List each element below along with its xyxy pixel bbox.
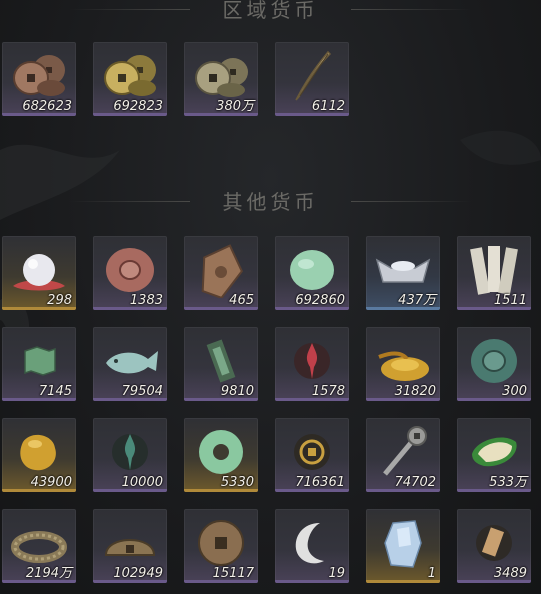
jade-tablet-icon [206, 339, 236, 383]
item-count: 1 [427, 566, 436, 581]
item-count: 716361 [295, 475, 345, 490]
currency-slot[interactable]: 1511 [457, 236, 531, 310]
carved-bronze-plaque-icon [201, 244, 244, 298]
green-jade-stone-icon [290, 250, 334, 290]
red-jade-disc-icon [106, 248, 154, 292]
currency-slot[interactable]: 682623 [2, 42, 76, 116]
gold-coin-emblem-icon [294, 434, 330, 470]
item-count: 465 [229, 293, 254, 308]
item-count: 5330 [220, 475, 254, 490]
currency-slot[interactable]: 437万 [366, 236, 440, 310]
currency-slot[interactable]: 43900 [2, 418, 76, 492]
item-count: 43900 [30, 475, 72, 490]
copper-coin-stack-icon [13, 55, 65, 96]
pearl-icon [13, 254, 65, 291]
item-count: 6112 [311, 99, 345, 114]
item-count: 79504 [121, 384, 163, 399]
item-count: 2194万 [25, 566, 72, 581]
jade-map-token-icon [24, 346, 56, 376]
currency-slot[interactable]: 31820 [366, 327, 440, 401]
currency-slot[interactable]: 1578 [275, 327, 349, 401]
currency-slot[interactable]: 10000 [93, 418, 167, 492]
half-bronze-disc-icon [104, 539, 156, 556]
currency-slot[interactable]: 380万 [184, 42, 258, 116]
green-flame-emblem-icon [112, 434, 148, 470]
item-count: 437万 [398, 293, 436, 308]
currency-slot[interactable]: 692860 [275, 236, 349, 310]
large-bronze-coin-icon [198, 520, 244, 566]
section-title-other: 其他货币 [0, 186, 541, 215]
brass-coin-stack-icon [104, 55, 156, 96]
item-count: 15117 [212, 566, 254, 581]
crescent-moon-icon [295, 523, 324, 564]
item-count: 1578 [311, 384, 345, 399]
currency-slot[interactable]: 533万 [457, 418, 531, 492]
currency-slot[interactable]: 7145 [2, 327, 76, 401]
coin-sword-icon [383, 426, 427, 476]
currency-slot[interactable]: 74702 [366, 418, 440, 492]
crystal-shard-icon [384, 520, 422, 568]
jade-bi-ring-icon [199, 430, 243, 474]
section-title-regional: 区域货币 [0, 0, 541, 23]
feather-blade-icon [295, 50, 332, 101]
item-count: 19 [328, 566, 345, 581]
currency-slot[interactable]: 1383 [93, 236, 167, 310]
item-count: 298 [47, 293, 72, 308]
currency-slot[interactable]: 716361 [275, 418, 349, 492]
item-count: 1383 [129, 293, 163, 308]
wrapped-scroll-icon [476, 525, 512, 561]
currency-slot[interactable]: 298 [2, 236, 76, 310]
item-count: 692823 [113, 99, 163, 114]
item-count: 7145 [38, 384, 72, 399]
item-count: 31820 [394, 384, 436, 399]
jade-fish-icon [106, 351, 158, 374]
item-count: 1511 [493, 293, 527, 308]
item-count: 74702 [394, 475, 436, 490]
currency-slot[interactable]: 19 [275, 509, 349, 583]
item-count: 300 [502, 384, 527, 399]
jade-green-disc-icon [471, 339, 517, 383]
golden-grain-pile-icon [378, 351, 429, 381]
item-count: 102949 [113, 566, 163, 581]
red-flame-emblem-icon [294, 343, 330, 379]
currency-slot[interactable]: 1 [366, 509, 440, 583]
currency-slot[interactable]: 300 [457, 327, 531, 401]
currency-slot[interactable]: 15117 [184, 509, 258, 583]
currency-slot[interactable]: 2194万 [2, 509, 76, 583]
gold-nugget-icon [20, 434, 56, 471]
currency-slot[interactable]: 692823 [93, 42, 167, 116]
currency-slot[interactable]: 5330 [184, 418, 258, 492]
currency-slot[interactable]: 79504 [93, 327, 167, 401]
item-count: 9810 [220, 384, 254, 399]
item-count: 682623 [22, 99, 72, 114]
currency-slot[interactable]: 6112 [275, 42, 349, 116]
item-count: 10000 [121, 475, 163, 490]
currency-slot[interactable]: 9810 [184, 327, 258, 401]
item-count: 380万 [216, 99, 254, 114]
paper-talisman-icon [470, 246, 518, 295]
item-count: 692860 [295, 293, 345, 308]
currency-slot[interactable]: 3489 [457, 509, 531, 583]
item-count: 533万 [489, 475, 527, 490]
currency-slot[interactable]: 465 [184, 236, 258, 310]
item-count: 3489 [493, 566, 527, 581]
currency-slot[interactable]: 102949 [93, 509, 167, 583]
